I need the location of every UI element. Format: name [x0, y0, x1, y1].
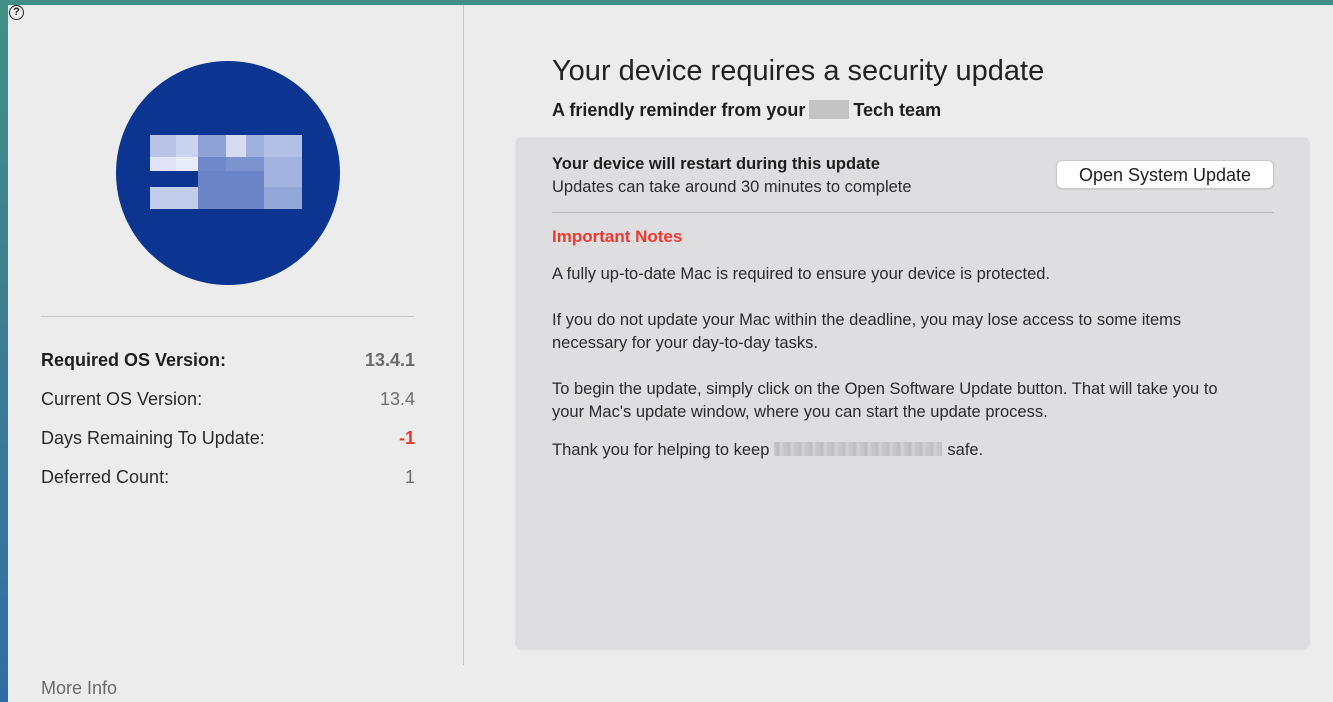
- nudge-window: ? Required OS Version: 13.4.1 Current OS…: [8, 5, 1333, 702]
- subtitle: A friendly reminder from your Tech team: [552, 100, 941, 121]
- days-remaining-row: Days Remaining To Update: -1: [41, 428, 415, 452]
- restart-title: Your device will restart during this upd…: [552, 155, 880, 173]
- page-title: Your device requires a security update: [552, 55, 1045, 87]
- note-paragraph: If you do not update your Mac within the…: [552, 311, 1182, 352]
- restart-subtitle: Updates can take around 30 minutes to co…: [552, 178, 912, 196]
- thanks-line: Thank you for helping to keep safe.: [552, 441, 983, 460]
- card-divider: [552, 212, 1274, 213]
- subtitle-prefix: A friendly reminder from your: [552, 100, 806, 120]
- days-remaining-label: Days Remaining To Update:: [41, 428, 265, 448]
- note-paragraph: To begin the update, simply click on the…: [552, 380, 1218, 421]
- deferred-count-row: Deferred Count: 1: [41, 467, 415, 491]
- open-system-update-button[interactable]: Open System Update: [1056, 160, 1274, 189]
- required-os-label: Required OS Version:: [41, 350, 227, 370]
- deferred-count-value: 1: [404, 467, 415, 487]
- redacted-org-name: [809, 100, 850, 119]
- subtitle-suffix: Tech team: [853, 100, 942, 120]
- update-info-card: Your device will restart during this upd…: [515, 137, 1310, 650]
- thanks-prefix: Thank you for helping to keep: [552, 441, 770, 459]
- help-icon[interactable]: ?: [9, 5, 24, 20]
- days-remaining-value: -1: [398, 428, 415, 448]
- required-os-value: 13.4.1: [364, 350, 415, 370]
- more-info-button[interactable]: More Info: [41, 678, 117, 699]
- pane-divider: [463, 5, 464, 665]
- current-os-label: Current OS Version:: [41, 389, 203, 409]
- current-os-value: 13.4: [379, 389, 415, 409]
- left-divider: [41, 316, 414, 317]
- company-logo: [116, 61, 340, 285]
- required-os-row: Required OS Version: 13.4.1: [41, 350, 415, 374]
- redacted-org-name: [774, 442, 943, 456]
- current-os-row: Current OS Version: 13.4: [41, 389, 415, 413]
- thanks-suffix: safe.: [947, 441, 984, 459]
- important-notes-heading: Important Notes: [552, 227, 683, 246]
- note-paragraph: A fully up-to-date Mac is required to en…: [552, 265, 1051, 283]
- deferred-count-label: Deferred Count:: [41, 467, 170, 487]
